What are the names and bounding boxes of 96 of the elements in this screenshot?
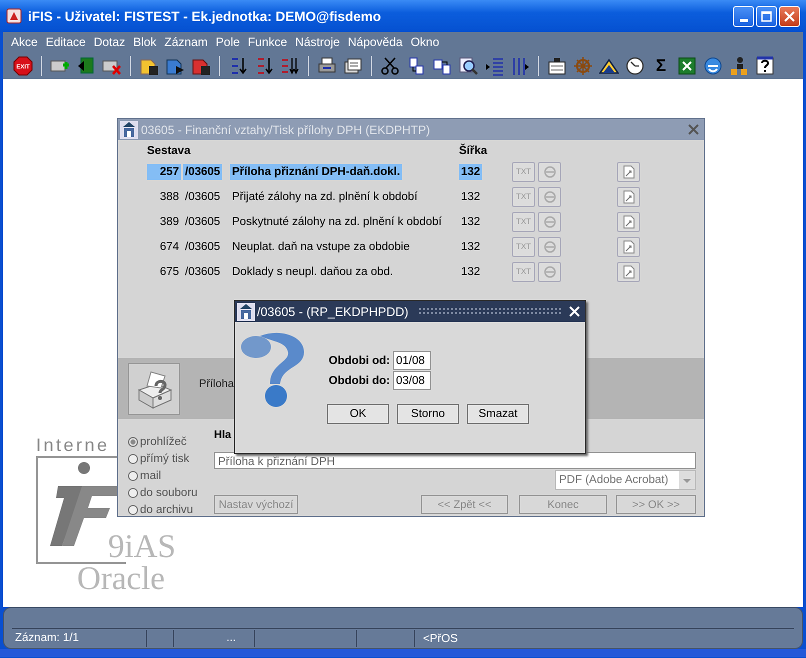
menu-item[interactable]: Záznam [161, 35, 213, 49]
status-text: ... [174, 630, 255, 647]
table-cell[interactable]: /03605 [183, 264, 222, 280]
table-cell[interactable]: 132 [459, 164, 482, 180]
menu-item[interactable]: Nápověda [344, 35, 408, 49]
menu-item[interactable]: Editace [42, 35, 91, 49]
menu-item[interactable]: Funkce [244, 35, 292, 49]
table-cell[interactable]: Přijaté zálohy na zd. plnění k období [230, 188, 420, 204]
format-dropdown[interactable]: PDF (Adobe Acrobat) [555, 470, 696, 490]
dialog-button[interactable]: Storno [397, 404, 459, 424]
field-label: Obdobi do: [328, 374, 390, 386]
table-cell[interactable]: /03605 [183, 238, 222, 254]
table-cell[interactable]: 132 [459, 238, 482, 254]
description-text: Příloha [199, 378, 234, 390]
sort-multiple-icon[interactable] [280, 56, 300, 76]
document-icon [622, 190, 636, 204]
table-cell[interactable]: 257 [147, 164, 181, 180]
printer-icon [128, 362, 180, 414]
radio-button[interactable] [128, 504, 138, 514]
menu-item[interactable]: Blok [130, 35, 162, 49]
table-cell[interactable]: /03605 [183, 214, 222, 230]
app-icon [120, 120, 138, 138]
print-preview-icon[interactable] [343, 56, 363, 76]
maximize-icon [761, 10, 772, 22]
table-cell[interactable]: 674 [147, 238, 181, 254]
printer-icon[interactable] [317, 56, 337, 76]
table-cell[interactable]: 132 [459, 214, 482, 230]
mode-indicator: <PřOS [422, 632, 458, 644]
table-cell[interactable]: 132 [459, 188, 482, 204]
table-cell[interactable]: Příloha přiznání DPH-daň.dokl. [230, 164, 402, 180]
list-icon[interactable] [484, 56, 504, 76]
period-field[interactable]: 03/08 [393, 371, 431, 390]
form-icon[interactable] [547, 56, 567, 76]
spreadsheet-icon[interactable] [677, 56, 697, 76]
radio-option[interactable]: mail [128, 467, 214, 484]
close-icon [784, 10, 795, 22]
window-title: 03605 - Finanční vztahy/Tisk přílohy DPH (EKDPHTP) [141, 122, 431, 136]
radio-option[interactable]: přímý tisk [128, 450, 214, 467]
document-icon [622, 240, 636, 254]
table-cell[interactable]: 132 [459, 264, 482, 280]
sum-button[interactable]: Σ [651, 56, 671, 76]
field-label: Obdobi od: [328, 354, 390, 366]
document-icon [622, 214, 636, 228]
table-cell[interactable]: Doklady s neupl. daňou za obd. [230, 264, 396, 280]
help-icon[interactable] [755, 56, 775, 76]
table-cell[interactable]: Poskytnuté zálohy na zd. plnění k období [230, 214, 444, 230]
title-field[interactable]: Příloha k přiznání DPH [214, 452, 696, 469]
radio-option[interactable]: do archivu [128, 501, 214, 518]
menu-item[interactable]: Nástroje [292, 35, 345, 49]
record-insert-icon[interactable] [76, 56, 96, 76]
column-header: Šířka [459, 143, 488, 159]
zoom-icon[interactable] [458, 56, 478, 76]
record-count: Záznam: 1/1 [12, 630, 147, 647]
radio-option[interactable]: do souboru [128, 484, 214, 501]
radio-button[interactable] [128, 436, 138, 446]
column-header: Sestava [147, 144, 192, 159]
clock-icon[interactable] [625, 56, 645, 76]
menu-item[interactable]: Akce [8, 35, 43, 49]
minimize-icon [740, 18, 748, 22]
document-icon [622, 264, 636, 278]
dialog-title: /03605 - (RP_EKDPHPDD) [257, 304, 410, 318]
radio-button[interactable] [128, 454, 138, 464]
columns-icon[interactable] [510, 56, 530, 76]
close-button[interactable] [779, 6, 800, 26]
document-icon [622, 164, 636, 178]
window-title: iFIS - Uživatel: FISTEST - Ek.jednotka: DEMO@fisdemo [28, 8, 382, 24]
app-icon [6, 8, 22, 24]
pdf-button[interactable] [617, 162, 640, 182]
table-cell[interactable]: /03605 [183, 164, 222, 180]
table-cell[interactable]: /03605 [183, 188, 222, 204]
app-icon [237, 302, 255, 320]
table-cell[interactable]: 388 [147, 188, 181, 204]
menu-item[interactable]: Pole [212, 35, 245, 49]
pdf-button[interactable] [617, 212, 640, 232]
period-field[interactable]: 01/08 [393, 351, 431, 370]
scissors-icon[interactable] [380, 56, 400, 76]
pdf-button[interactable] [617, 236, 640, 256]
radio-option[interactable]: prohlížeč [128, 433, 214, 450]
question-mark-icon [240, 332, 306, 408]
logo-text: 9iAS [108, 530, 176, 564]
logo-text: Oracle [77, 562, 165, 596]
table-cell[interactable]: 389 [147, 214, 181, 230]
dialog-button[interactable]: Smazat [467, 404, 529, 424]
menu-item[interactable]: Okno [408, 35, 444, 49]
radio-button[interactable] [128, 488, 138, 498]
section-heading: Hla [214, 429, 232, 441]
table-cell[interactable]: Neuplat. daň na vstupe za obdobie [230, 238, 412, 254]
table-cell[interactable]: 675 [147, 264, 181, 280]
radio-button[interactable] [128, 470, 138, 480]
pdf-button[interactable] [617, 262, 640, 282]
maximize-button[interactable] [756, 6, 777, 26]
logo-text: Interne [36, 435, 110, 456]
dialog-button[interactable]: OK [327, 404, 389, 424]
minimize-button[interactable] [733, 6, 754, 26]
menu-item[interactable]: Dotaz [90, 35, 130, 49]
pdf-button[interactable] [617, 186, 640, 206]
